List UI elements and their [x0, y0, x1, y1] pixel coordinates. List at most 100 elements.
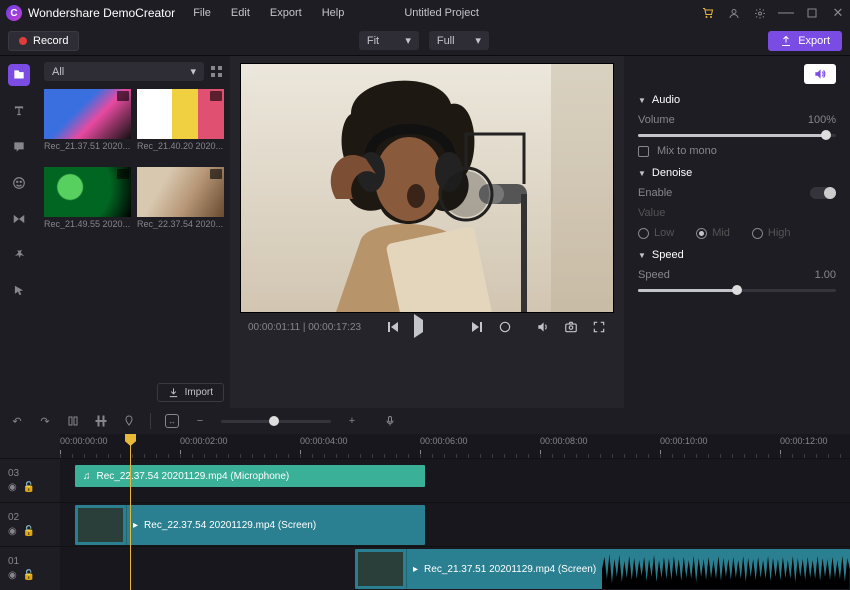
section-denoise[interactable]: Denoise	[638, 167, 836, 179]
volume-value: 100%	[808, 114, 836, 126]
snapshot-icon[interactable]	[564, 320, 578, 334]
zoom-out-button[interactable]: −	[193, 414, 207, 428]
timeline-clip-video[interactable]: ▸Rec_22.37.54 20201129.mp4 (Screen)	[75, 505, 425, 545]
app-brand: Wondershare DemoCreator	[28, 6, 175, 20]
split-button[interactable]	[66, 414, 80, 428]
timeline-toolbar: ↶ ↷ ↔ − +	[0, 408, 850, 434]
timeline-ruler[interactable]: 00:00:00:00 00:00:02:00 00:00:04:00 00:0…	[60, 434, 850, 458]
play-button[interactable]	[414, 320, 428, 334]
mic-button[interactable]	[383, 414, 397, 428]
volume-slider[interactable]	[638, 134, 836, 137]
sticker-tab[interactable]	[8, 172, 30, 194]
settings-icon[interactable]	[754, 7, 766, 19]
transition-tab[interactable]	[8, 208, 30, 230]
stop-button[interactable]	[442, 320, 456, 334]
speed-slider[interactable]	[638, 289, 836, 292]
speaker-icon	[812, 67, 828, 81]
track-lane[interactable]: ▸Rec_22.37.54 20201129.mp4 (Screen)	[60, 502, 850, 546]
media-clip[interactable]: Rec_21.49.55 2020...	[44, 167, 131, 239]
eye-icon[interactable]: ◉	[8, 482, 17, 493]
track-header[interactable]: 02◉🔓	[0, 502, 60, 546]
minimize-icon[interactable]: —	[780, 7, 792, 19]
export-button[interactable]: Export	[768, 31, 842, 51]
import-icon	[168, 387, 179, 398]
fullscreen-icon[interactable]	[592, 320, 606, 334]
timeline-clip-video[interactable]: ▸Rec_21.37.51 20201129.mp4 (Screen)	[355, 549, 850, 589]
account-icon[interactable]	[728, 7, 740, 19]
maximize-icon[interactable]	[806, 7, 818, 19]
cart-icon[interactable]	[702, 7, 714, 19]
zoom-slider[interactable]	[221, 420, 331, 423]
project-title: Untitled Project	[404, 7, 479, 19]
media-panel: All▾ Rec_21.37.51 2020... Rec_21.40.20 2…	[38, 56, 230, 408]
loop-button[interactable]	[498, 320, 512, 334]
grid-view-icon[interactable]	[210, 65, 224, 79]
fit-select[interactable]: Fit▾	[359, 31, 419, 50]
close-icon[interactable]: ✕	[832, 7, 844, 19]
volume-icon[interactable]	[536, 320, 550, 334]
timecode: 00:00:01:11 | 00:00:17:23	[248, 322, 361, 333]
full-select[interactable]: Full▾	[429, 31, 489, 50]
auto-button[interactable]: ↔	[165, 414, 179, 428]
video-icon: ▸	[133, 520, 138, 531]
title-bar: C Wondershare DemoCreator File Edit Expo…	[0, 0, 850, 26]
section-audio[interactable]: Audio	[638, 94, 836, 106]
track-lane[interactable]: ♫ Rec_22.37.54 20201129.mp4 (Microphone)	[60, 458, 850, 502]
redo-button[interactable]: ↷	[38, 414, 52, 428]
annotation-tab[interactable]	[8, 136, 30, 158]
preview-panel: 00:00:01:11 | 00:00:17:23	[230, 56, 624, 408]
menu-file[interactable]: File	[193, 7, 211, 19]
media-clip[interactable]: Rec_21.37.51 2020...	[44, 89, 131, 161]
undo-button[interactable]: ↶	[10, 414, 24, 428]
media-clip[interactable]: Rec_22.37.54 2020...	[137, 167, 224, 239]
text-tab[interactable]	[8, 100, 30, 122]
clip-name: Rec_21.49.55 2020...	[44, 219, 131, 229]
track-header[interactable]: 01◉🔓	[0, 546, 60, 590]
track-headers: 03◉🔓 02◉🔓 01◉🔓	[0, 434, 60, 590]
main-area: All▾ Rec_21.37.51 2020... Rec_21.40.20 2…	[0, 56, 850, 408]
menu-bar: File Edit Export Help	[193, 7, 344, 19]
clip-thumbnail	[358, 552, 403, 586]
zoom-in-button[interactable]: +	[345, 414, 359, 428]
timeline-clip-audio[interactable]: ♫ Rec_22.37.54 20201129.mp4 (Microphone)	[75, 465, 425, 487]
playhead[interactable]	[130, 434, 131, 590]
section-speed[interactable]: Speed	[638, 249, 836, 261]
media-grid: Rec_21.37.51 2020... Rec_21.40.20 2020..…	[38, 85, 230, 377]
preview-viewport[interactable]	[241, 64, 613, 312]
prev-frame-button[interactable]	[386, 320, 400, 334]
clip-name: Rec_21.40.20 2020...	[137, 141, 224, 151]
camera-icon	[210, 169, 222, 179]
timeline-tracks[interactable]: 00:00:00:00 00:00:02:00 00:00:04:00 00:0…	[60, 434, 850, 590]
media-clip[interactable]: Rec_21.40.20 2020...	[137, 89, 224, 161]
library-tab[interactable]	[8, 64, 30, 86]
volume-label: Volume	[638, 114, 675, 126]
menu-export[interactable]: Export	[270, 7, 302, 19]
lock-icon[interactable]: 🔓	[23, 526, 35, 537]
record-button[interactable]: Record	[8, 31, 79, 51]
lock-icon[interactable]: 🔓	[23, 570, 35, 581]
denoise-low-radio[interactable]	[638, 228, 649, 239]
crop-button[interactable]	[94, 414, 108, 428]
lock-icon[interactable]: 🔓	[23, 482, 35, 493]
track-header[interactable]: 03◉🔓	[0, 458, 60, 502]
import-button[interactable]: Import	[157, 383, 224, 402]
menu-help[interactable]: Help	[322, 7, 345, 19]
denoise-mid-radio[interactable]	[696, 228, 707, 239]
menu-edit[interactable]: Edit	[231, 7, 250, 19]
upload-icon	[780, 35, 792, 47]
marker-button[interactable]	[122, 414, 136, 428]
app-logo: C	[6, 5, 22, 21]
effects-tab[interactable]	[8, 244, 30, 266]
chevron-down-icon: ▾	[475, 34, 481, 47]
denoise-toggle[interactable]	[810, 187, 836, 199]
denoise-high-radio[interactable]	[752, 228, 763, 239]
eye-icon[interactable]: ◉	[8, 526, 17, 537]
mix-to-mono-checkbox[interactable]	[638, 146, 649, 157]
audio-mute-button[interactable]	[804, 64, 836, 84]
media-filter-select[interactable]: All▾	[44, 62, 204, 81]
next-frame-button[interactable]	[470, 320, 484, 334]
speed-value: 1.00	[815, 269, 836, 281]
eye-icon[interactable]: ◉	[8, 570, 17, 581]
track-lane[interactable]: ▸Rec_21.37.51 20201129.mp4 (Screen)	[60, 546, 850, 590]
cursor-tab[interactable]	[8, 280, 30, 302]
